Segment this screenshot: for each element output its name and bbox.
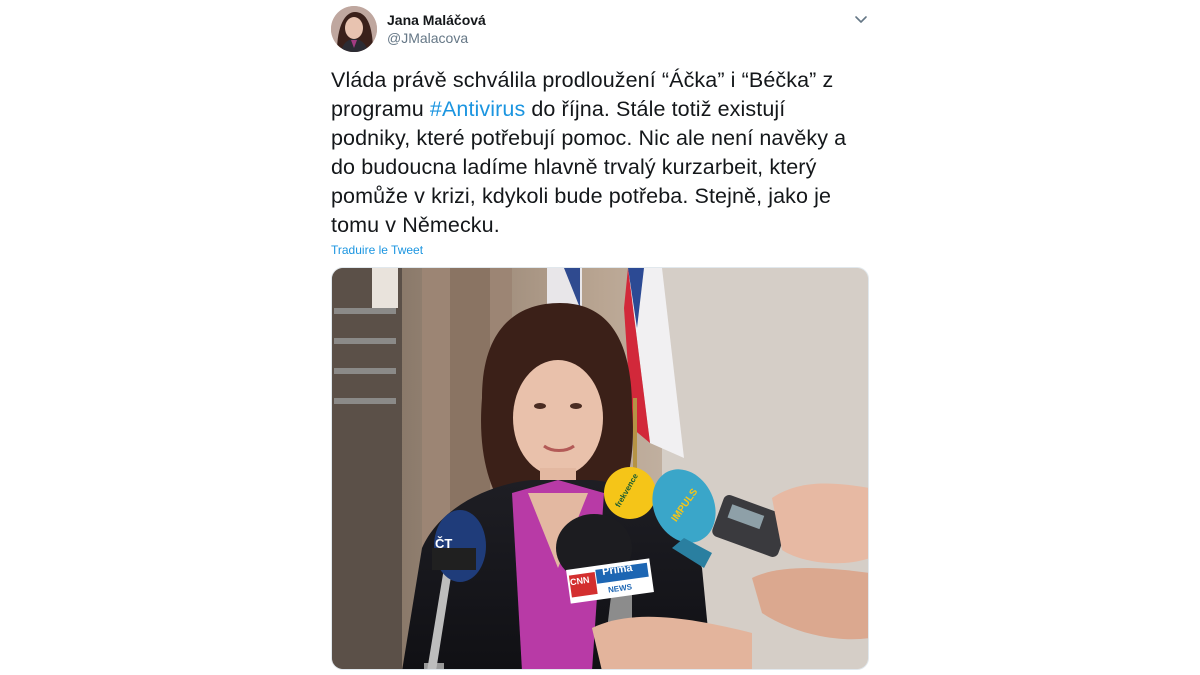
tweet-text-line: programu #Antivirus do října. Stále toti…: [331, 95, 869, 124]
mic-label-ct: ČT: [435, 536, 453, 551]
author-display-name[interactable]: Jana Maláčová: [387, 11, 486, 29]
chevron-down-icon[interactable]: [853, 11, 869, 27]
tweet-text-segment: do budoucna ladíme hlavně trvalý kurzarb…: [331, 155, 817, 179]
press-photo: [332, 268, 868, 669]
tweet-text-line: tomu v Německu.: [331, 211, 869, 240]
tweet-photo[interactable]: ČT CNN Prima NEWS frekvence IMPULS: [331, 267, 869, 670]
tweet-header: Jana Maláčová @JMalacova: [331, 6, 869, 52]
tweet-text-segment: do října. Stále totiž existují: [525, 97, 786, 121]
avatar[interactable]: [331, 6, 377, 52]
tweet-text-segment: podniky, které potřebují pomoc. Nic ale …: [331, 126, 847, 150]
tweet-text-line: pomůže v krizi, kdykoli bude potřeba. St…: [331, 182, 869, 211]
tweet-text: Vláda právě schválila prodloužení “Áčka”…: [331, 66, 869, 240]
hashtag-link[interactable]: #Antivirus: [430, 97, 525, 121]
tweet-text-segment: pomůže v krizi, kdykoli bude potřeba. St…: [331, 184, 832, 208]
author-names: Jana Maláčová @JMalacova: [387, 11, 486, 47]
author-handle[interactable]: @JMalacova: [387, 29, 486, 47]
tweet-text-line: do budoucna ladíme hlavně trvalý kurzarb…: [331, 153, 869, 182]
tweet: Jana Maláčová @JMalacova Vláda právě sch…: [331, 0, 869, 675]
translate-tweet-link[interactable]: Traduire le Tweet: [331, 243, 423, 257]
tweet-text-segment: Vláda právě schválila prodloužení “Áčka”…: [331, 68, 834, 92]
tweet-text-line: podniky, které potřebují pomoc. Nic ale …: [331, 124, 869, 153]
tweet-text-segment: programu: [331, 97, 430, 121]
tweet-text-line: Vláda právě schválila prodloužení “Áčka”…: [331, 66, 869, 95]
avatar-image: [331, 6, 377, 52]
tweet-text-segment: tomu v Německu.: [331, 213, 500, 237]
